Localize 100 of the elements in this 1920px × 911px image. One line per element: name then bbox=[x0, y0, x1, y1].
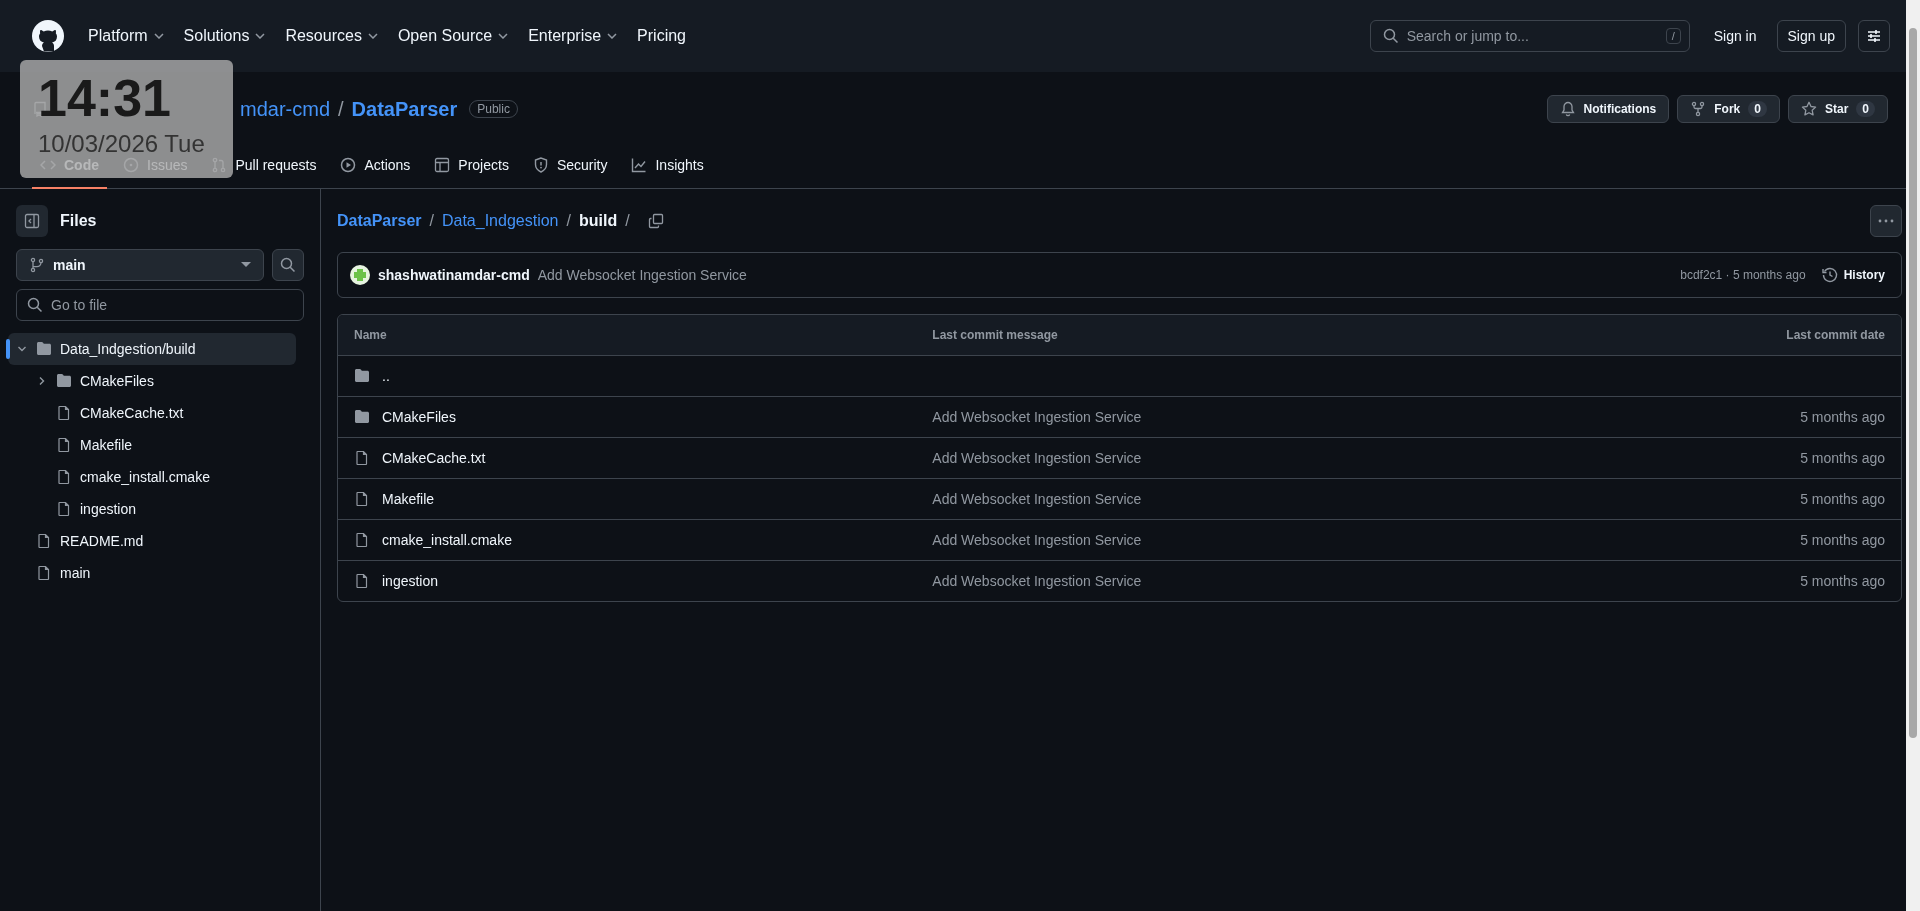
file-icon bbox=[354, 450, 370, 466]
commit-date: 5 months ago bbox=[1800, 532, 1885, 548]
nav-menu-item[interactable]: Platform bbox=[80, 21, 172, 51]
search-field[interactable]: Search or jump to... / bbox=[1369, 20, 1690, 52]
sign-up-button[interactable]: Sign up bbox=[1776, 20, 1846, 52]
history-button[interactable]: History bbox=[1821, 267, 1885, 283]
collapse-panel-button[interactable] bbox=[16, 205, 48, 237]
avatar-icon bbox=[350, 265, 370, 285]
tree-item[interactable]: CMakeFiles bbox=[8, 365, 296, 397]
folder-icon bbox=[56, 373, 72, 389]
repo-tab[interactable]: Projects bbox=[426, 142, 517, 189]
commit-message-link[interactable]: Add Websocket Ingestion Service bbox=[932, 450, 1142, 466]
shield-icon bbox=[532, 156, 549, 173]
table-icon bbox=[434, 156, 451, 173]
play-circle-icon bbox=[340, 156, 357, 173]
history-icon bbox=[1821, 267, 1838, 283]
clock-date: 10/03/2026 Tue bbox=[38, 129, 205, 159]
path-separator: / bbox=[338, 97, 344, 121]
path-separator: / bbox=[429, 212, 434, 230]
ellipsis-icon bbox=[1878, 219, 1894, 223]
caret-icon bbox=[241, 262, 251, 268]
current-folder-name: build bbox=[578, 212, 618, 230]
repo-owner-link[interactable]: mdar-cmd bbox=[240, 97, 330, 121]
breadcrumb-link[interactable]: Data_Indgestion bbox=[441, 212, 559, 230]
column-header: Name bbox=[338, 315, 917, 356]
commit-message-link[interactable]: Add Websocket Ingestion Service bbox=[932, 409, 1142, 425]
go-to-file-field[interactable]: Go to file bbox=[16, 289, 304, 321]
repo-name-link[interactable]: DataParser bbox=[351, 97, 458, 121]
copy-path-button[interactable] bbox=[647, 213, 664, 229]
repo-tab[interactable]: Insights bbox=[623, 142, 712, 189]
folder-icon bbox=[354, 368, 370, 384]
file-icon bbox=[36, 565, 52, 581]
folder-link[interactable]: CMakeFiles bbox=[382, 409, 456, 425]
sliders-icon bbox=[1866, 28, 1882, 44]
tree-item[interactable]: CMakeCache.txt bbox=[8, 397, 296, 429]
nav-menu-item[interactable]: Solutions bbox=[175, 21, 274, 51]
commit-message-link[interactable]: Add Websocket Ingestion Service bbox=[932, 573, 1142, 589]
folder-link[interactable]: .. bbox=[382, 368, 390, 384]
folder-icon bbox=[354, 409, 370, 425]
file-link[interactable]: cmake_install.cmake bbox=[382, 532, 512, 548]
file-icon bbox=[36, 533, 52, 549]
tree-item[interactable]: cmake_install.cmake bbox=[8, 461, 296, 493]
commit-message-link[interactable]: Add Websocket Ingestion Service bbox=[932, 532, 1142, 548]
file-icon bbox=[56, 405, 72, 421]
breadcrumb-link[interactable]: DataParser bbox=[337, 212, 422, 230]
tree-item[interactable]: Makefile bbox=[8, 429, 296, 461]
count-label: 0 bbox=[1748, 101, 1767, 117]
sign-in-link[interactable]: Sign in bbox=[1705, 22, 1765, 50]
sidebar-panel-icon bbox=[24, 213, 40, 229]
star-button[interactable]: Star 0 bbox=[1787, 95, 1888, 123]
star-icon bbox=[1800, 101, 1817, 117]
tree-item[interactable]: README.md bbox=[8, 525, 296, 557]
search-icon bbox=[27, 297, 43, 313]
repo-tab[interactable]: Actions bbox=[332, 142, 419, 189]
file-icon bbox=[354, 532, 370, 548]
commit-date: 5 months ago bbox=[1800, 450, 1885, 466]
commit-date: 5 months ago bbox=[1800, 491, 1885, 507]
path-separator: / bbox=[566, 212, 571, 230]
branch-selector[interactable]: main bbox=[16, 249, 264, 281]
settings-toggle-button[interactable] bbox=[1858, 20, 1890, 52]
commit-hash-time[interactable]: bcdf2c1 · 5 months ago bbox=[1680, 268, 1806, 282]
file-icon bbox=[56, 469, 72, 485]
commit-date: 5 months ago bbox=[1800, 573, 1885, 589]
fork-icon bbox=[1690, 101, 1707, 117]
commit-message-link[interactable]: Add Websocket Ingestion Service bbox=[932, 491, 1142, 507]
bell-button[interactable]: Notifications bbox=[1546, 95, 1670, 123]
commit-date: 5 months ago bbox=[1800, 409, 1885, 425]
file-link[interactable]: ingestion bbox=[382, 573, 439, 589]
tree-item[interactable]: ingestion bbox=[8, 493, 296, 525]
search-icon bbox=[280, 257, 296, 273]
nav-menu-item[interactable]: Enterprise bbox=[520, 21, 626, 51]
column-header: Last commit date bbox=[1554, 315, 1901, 356]
octocat-logo[interactable] bbox=[32, 20, 64, 52]
file-link[interactable]: CMakeCache.txt bbox=[382, 450, 486, 466]
repo-tab[interactable]: Security bbox=[524, 142, 616, 189]
clock-time: 14:31 bbox=[38, 68, 171, 128]
branch-icon bbox=[29, 257, 45, 273]
copy-icon bbox=[647, 213, 664, 229]
nav-menu-item[interactable]: Open Source bbox=[389, 21, 517, 51]
fork-button[interactable]: Fork 0 bbox=[1677, 95, 1780, 123]
file-icon bbox=[354, 491, 370, 507]
tree-item[interactable]: Data_Indgestion/build bbox=[8, 333, 296, 365]
commit-message-link[interactable]: Add Websocket Ingestion Service bbox=[537, 267, 747, 283]
file-icon bbox=[56, 437, 72, 453]
tree-item[interactable]: main bbox=[8, 557, 296, 589]
file-icon bbox=[56, 501, 72, 517]
column-header: Last commit message bbox=[916, 315, 1555, 356]
file-icon bbox=[354, 573, 370, 589]
file-link[interactable]: Makefile bbox=[382, 491, 435, 507]
graph-icon bbox=[631, 156, 648, 173]
nav-menu-item[interactable]: Resources bbox=[277, 21, 386, 51]
bell-icon bbox=[1559, 101, 1576, 117]
path-separator: / bbox=[625, 212, 630, 230]
scrollbar-thumb[interactable] bbox=[1909, 28, 1917, 738]
files-heading: Files bbox=[60, 212, 97, 230]
search-icon bbox=[1382, 28, 1399, 44]
shortcut-key: / bbox=[1665, 28, 1681, 44]
commit-author-link[interactable]: shashwatinamdar-cmd bbox=[378, 267, 530, 283]
nav-menu-item[interactable]: Pricing bbox=[629, 21, 694, 51]
search-button[interactable] bbox=[272, 249, 304, 281]
